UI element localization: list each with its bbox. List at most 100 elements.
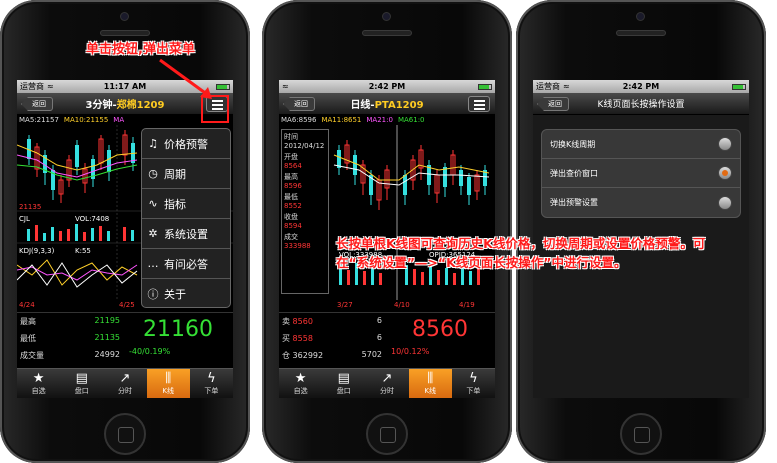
tab-label: 自选: [293, 387, 308, 395]
home-button[interactable]: [366, 413, 408, 455]
sell-label: 卖: [282, 317, 290, 326]
menu-item-faq[interactable]: … 有问必答: [142, 249, 230, 279]
ma6-label: MA6:8596: [281, 116, 317, 124]
menu-label: 周期: [164, 167, 186, 181]
tab-label: 盘口: [74, 387, 89, 395]
tab-timeshare[interactable]: ↗ 分时: [365, 369, 408, 398]
tab-watchlist[interactable]: ★ 自选: [279, 369, 322, 398]
ma61-label: MA61:0: [397, 116, 425, 124]
high-label: 最高: [20, 317, 36, 326]
low-price-label: 21135: [19, 203, 41, 211]
menu-label: 指标: [164, 197, 186, 211]
option-price-window[interactable]: 弹出查价窗口: [542, 159, 740, 188]
tab-order[interactable]: ϟ 下单: [452, 369, 495, 398]
last-price: 8560: [412, 317, 468, 342]
menu-label: 价格预警: [164, 137, 208, 151]
lightning-icon: ϟ: [469, 371, 478, 386]
menu-item-system-settings[interactable]: ✲ 系统设置: [142, 219, 230, 249]
speaker-grille: [616, 30, 666, 36]
last-price: 21160: [143, 317, 213, 342]
radio-button[interactable]: [718, 195, 732, 210]
date-label-0: 3/27: [337, 301, 353, 309]
ma21-label: MA21:0: [366, 116, 393, 124]
status-time: 2:42 PM: [368, 82, 406, 91]
kline-chart[interactable]: MA6:8596 MA11:8651 MA21:0 MA61:0 VOL:333…: [279, 115, 495, 312]
camera-dot: [382, 12, 391, 21]
position-label: 仓: [282, 351, 290, 360]
menu-item-about[interactable]: ⓘ 关于: [142, 279, 230, 309]
star-icon: ★: [32, 371, 45, 386]
tab-watchlist[interactable]: ★ 自选: [17, 369, 60, 398]
phone1-screen: 运营商 ≈ 11:17 AM 返回 3分钟-郑棉1209 MA5:21157 M…: [17, 80, 233, 398]
ma11-label: MA11:8651: [321, 116, 362, 124]
tab-label: 自选: [31, 387, 46, 395]
speaker-grille: [100, 30, 150, 36]
quote-panel: 卖 8560 6 买 8558 6 仓 362992 5702 8560 10/0.1…: [279, 312, 495, 368]
info-icon: ⓘ: [147, 288, 159, 301]
radio-button-selected[interactable]: [718, 166, 732, 180]
option-group: 切换K线周期 弹出查价窗口 弹出预警设置: [541, 129, 741, 218]
annotation-longpress: 长按单根K线图可查询历史K线价格，切换周期或设置价格预警。可在“系统设置”—>“…: [336, 236, 706, 270]
sell-price: 8560: [292, 317, 313, 326]
quote-panel: 最高 21195 最低 21135 成交量 24992 21160 -40/0.19%: [17, 312, 233, 368]
battery-icon: [478, 83, 492, 90]
info-low-label: 最低: [284, 193, 298, 201]
info-time-value: 2012/04/12: [284, 142, 325, 150]
info-volume-label: 成交: [284, 233, 298, 241]
back-button[interactable]: 返回: [537, 97, 569, 111]
date-label-1: 4/25: [119, 301, 135, 309]
tab-timeshare[interactable]: ↗ 分时: [103, 369, 146, 398]
tab-label: 分时: [380, 387, 394, 395]
price-change: 10/0.12%: [391, 347, 430, 356]
lightning-icon: ϟ: [207, 371, 216, 386]
menu-button[interactable]: [468, 96, 490, 112]
page-title: 日线-PTA1209: [350, 96, 423, 111]
tab-orderbook[interactable]: ▤ 盘口: [60, 369, 103, 398]
menu-item-price-alert[interactable]: ♫ 价格预警: [142, 129, 230, 159]
option-switch-period[interactable]: 切换K线周期: [542, 130, 740, 159]
high-value: 21195: [94, 316, 120, 325]
tab-order[interactable]: ϟ 下单: [190, 369, 233, 398]
buy-price: 8558: [292, 334, 313, 343]
volume-value: 24992: [94, 350, 120, 359]
tab-kline[interactable]: ⫼ K线: [146, 369, 190, 398]
tab-kline[interactable]: ⫼ K线: [408, 369, 452, 398]
date-label-1: 4/10: [394, 301, 410, 309]
title-main: 3分钟-: [85, 100, 117, 111]
trend-icon: ↗: [381, 371, 393, 386]
tab-label: 下单: [204, 387, 219, 395]
status-time: 2:42 PM: [622, 82, 660, 91]
radio-button[interactable]: [718, 137, 732, 151]
tab-label: 盘口: [336, 387, 351, 395]
clock-icon: ◷: [148, 167, 158, 180]
menu-item-period[interactable]: ◷ 周期: [142, 159, 230, 189]
chat-icon: …: [147, 257, 159, 270]
tab-label: 下单: [466, 387, 481, 395]
bell-icon: ♫: [148, 137, 158, 150]
menu-label: 关于: [164, 288, 186, 301]
phone-3: 运营商 ≈ 2:42 PM 返回 K线页面长按操作设置 切换K线周期 弹出查价窗…: [516, 0, 766, 463]
home-button[interactable]: [620, 413, 662, 455]
option-label: 弹出查价窗口: [550, 168, 598, 178]
gear-icon: ✲: [148, 227, 158, 240]
star-icon: ★: [294, 371, 307, 386]
home-button[interactable]: [104, 413, 146, 455]
menu-label: 系统设置: [164, 227, 208, 241]
candlestick-icon: ⫼: [165, 371, 172, 386]
option-alert-setting[interactable]: 弹出预警设置: [542, 188, 740, 217]
low-label: 最低: [20, 334, 36, 343]
k-value-label: K:55: [75, 247, 91, 255]
tab-bar: ★ 自选 ▤ 盘口 ↗ 分时 ⫼ K线 ϟ 下单: [279, 368, 495, 398]
tab-orderbook[interactable]: ▤ 盘口: [322, 369, 365, 398]
title-contract: PTA1209: [374, 100, 424, 111]
position-change: 5702: [361, 350, 382, 359]
annotation-arrow: [159, 58, 229, 123]
cjl-label: CJL: [19, 215, 30, 223]
phone-2: ≈ 2:42 PM 返回 日线-PTA1209 MA6:8596 MA11:86…: [262, 0, 512, 463]
info-close-value: 8594: [284, 222, 302, 230]
menu-item-indicator[interactable]: ∿ 指标: [142, 189, 230, 219]
back-button[interactable]: 返回: [21, 97, 53, 111]
vol-label: VOL:7408: [75, 215, 109, 223]
back-button[interactable]: 返回: [283, 97, 315, 111]
volume-label: 成交量: [20, 351, 44, 360]
